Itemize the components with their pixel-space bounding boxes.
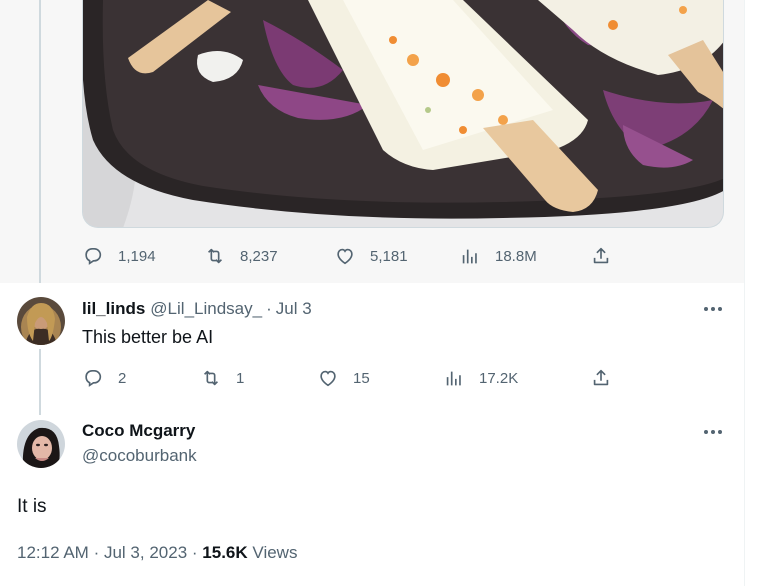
like-button[interactable]: 5,181 <box>334 244 408 268</box>
tweet-text: This better be AI <box>82 327 214 347</box>
reply-actions: 2 1 15 17.2K <box>82 366 642 390</box>
tweet-time[interactable]: 12:12 AM <box>17 543 89 562</box>
avatar-coco-mcgarry[interactable] <box>17 420 65 468</box>
share-button[interactable] <box>590 366 612 390</box>
tweet-text: It is <box>17 496 47 517</box>
popsicle-image <box>83 0 723 227</box>
more-options-button[interactable] <box>701 420 725 444</box>
reply-icon <box>82 245 104 267</box>
more-options-button[interactable] <box>701 297 725 321</box>
views-icon <box>459 245 481 267</box>
like-icon <box>317 367 339 389</box>
more-icon <box>704 307 708 311</box>
like-icon <box>334 245 356 267</box>
separator: · <box>191 543 198 562</box>
reply-count: 2 <box>118 369 127 387</box>
timeline: 1,194 8,237 5,181 18.8M lil_linds @Lil_L… <box>0 0 745 586</box>
views-button[interactable]: 18.8M <box>459 244 537 268</box>
views-count[interactable]: 15.6K <box>202 543 247 562</box>
column-border <box>744 0 745 586</box>
retweet-icon <box>200 367 222 389</box>
main-tweet-handle: @cocoburbank <box>82 446 197 466</box>
reply-button[interactable]: 2 <box>82 366 126 390</box>
like-count: 5,181 <box>370 247 408 265</box>
reply-button[interactable]: 1,194 <box>82 244 156 268</box>
page: 1,194 8,237 5,181 18.8M lil_linds @Lil_L… <box>0 0 758 586</box>
display-name[interactable]: lil_linds <box>82 299 145 319</box>
reply-icon <box>82 367 104 389</box>
retweet-icon <box>204 245 226 267</box>
avatar-lil-linds[interactable] <box>17 297 65 345</box>
tweet-date[interactable]: Jul 3 <box>276 299 312 319</box>
reply-header: lil_linds @Lil_Lindsay_ · Jul 3 <box>82 299 312 319</box>
retweet-count: 1 <box>236 369 245 387</box>
top-tweet-actions: 1,194 8,237 5,181 18.8M <box>82 244 642 268</box>
share-icon <box>590 367 612 389</box>
retweet-button[interactable]: 8,237 <box>204 244 278 268</box>
main-tweet-name: Coco Mcgarry <box>82 421 195 441</box>
reply-count: 1,194 <box>118 247 156 265</box>
separator: · <box>266 299 272 318</box>
views-button[interactable]: 17.2K <box>443 366 518 390</box>
handle[interactable]: @Lil_Lindsay_ <box>150 299 262 319</box>
share-icon <box>590 245 612 267</box>
thread-line-reply <box>39 349 41 415</box>
views-icon <box>443 367 465 389</box>
retweet-button[interactable]: 1 <box>200 366 244 390</box>
tweet-date[interactable]: Jul 3, 2023 <box>104 543 187 562</box>
views-count: 18.8M <box>495 247 537 265</box>
like-button[interactable]: 15 <box>317 366 370 390</box>
more-icon <box>704 430 708 434</box>
display-name[interactable]: Coco Mcgarry <box>82 421 195 441</box>
like-count: 15 <box>353 369 370 387</box>
handle[interactable]: @cocoburbank <box>82 446 197 466</box>
share-button[interactable] <box>590 244 612 268</box>
thread-line <box>39 0 41 283</box>
separator: · <box>93 543 100 562</box>
tweet-media-image[interactable] <box>82 0 724 228</box>
top-tweet[interactable]: 1,194 8,237 5,181 18.8M <box>0 0 744 283</box>
tweet-meta: 12:12 AM · Jul 3, 2023 · 15.6K Views <box>17 543 297 563</box>
views-count: 17.2K <box>479 369 519 387</box>
retweet-count: 8,237 <box>240 247 278 265</box>
views-label: Views <box>252 543 298 562</box>
